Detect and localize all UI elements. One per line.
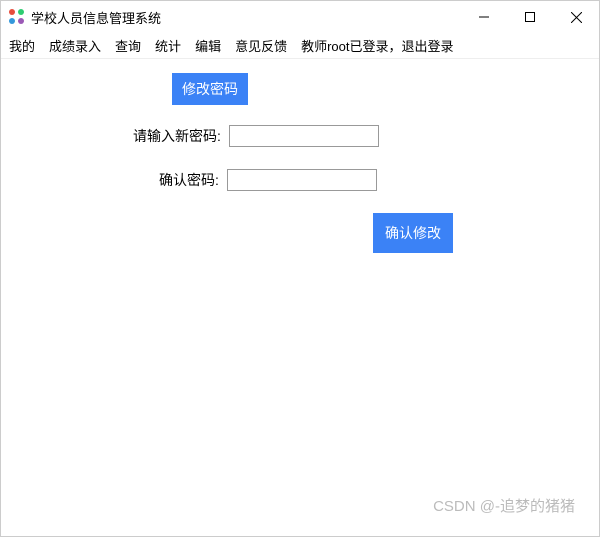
confirm-change-button[interactable]: 确认修改 bbox=[373, 213, 453, 253]
minimize-icon bbox=[479, 12, 489, 22]
close-button[interactable] bbox=[553, 1, 599, 33]
close-icon bbox=[571, 12, 582, 23]
menu-login-status[interactable]: 教师root已登录，退出登录 bbox=[301, 36, 453, 55]
confirm-password-row: 确认密码: bbox=[159, 169, 377, 191]
titlebar: 学校人员信息管理系统 bbox=[1, 1, 599, 33]
menu-edit[interactable]: 编辑 bbox=[195, 36, 221, 55]
window-title: 学校人员信息管理系统 bbox=[31, 8, 161, 27]
menu-feedback[interactable]: 意见反馈 bbox=[235, 36, 287, 55]
maximize-icon bbox=[525, 12, 535, 22]
section-title: 修改密码 bbox=[172, 73, 248, 105]
confirm-password-input[interactable] bbox=[227, 169, 377, 191]
app-icon bbox=[9, 9, 25, 25]
menubar: 我的 成绩录入 查询 统计 编辑 意见反馈 教师root已登录，退出登录 bbox=[1, 33, 599, 59]
menu-query[interactable]: 查询 bbox=[115, 36, 141, 55]
app-window: 学校人员信息管理系统 我的 成绩录入 查询 统计 编辑 意见反馈 教师root已… bbox=[0, 0, 600, 537]
minimize-button[interactable] bbox=[461, 1, 507, 33]
maximize-button[interactable] bbox=[507, 1, 553, 33]
confirm-password-label: 确认密码: bbox=[159, 170, 219, 190]
window-controls bbox=[461, 1, 599, 33]
menu-stats[interactable]: 统计 bbox=[155, 36, 181, 55]
content-area: 修改密码 请输入新密码: 确认密码: 确认修改 bbox=[1, 59, 599, 536]
menu-grade-entry[interactable]: 成绩录入 bbox=[49, 36, 101, 55]
new-password-row: 请输入新密码: bbox=[133, 125, 379, 147]
new-password-label: 请输入新密码: bbox=[133, 126, 221, 146]
menu-mine[interactable]: 我的 bbox=[9, 36, 35, 55]
new-password-input[interactable] bbox=[229, 125, 379, 147]
titlebar-left: 学校人员信息管理系统 bbox=[9, 8, 161, 27]
